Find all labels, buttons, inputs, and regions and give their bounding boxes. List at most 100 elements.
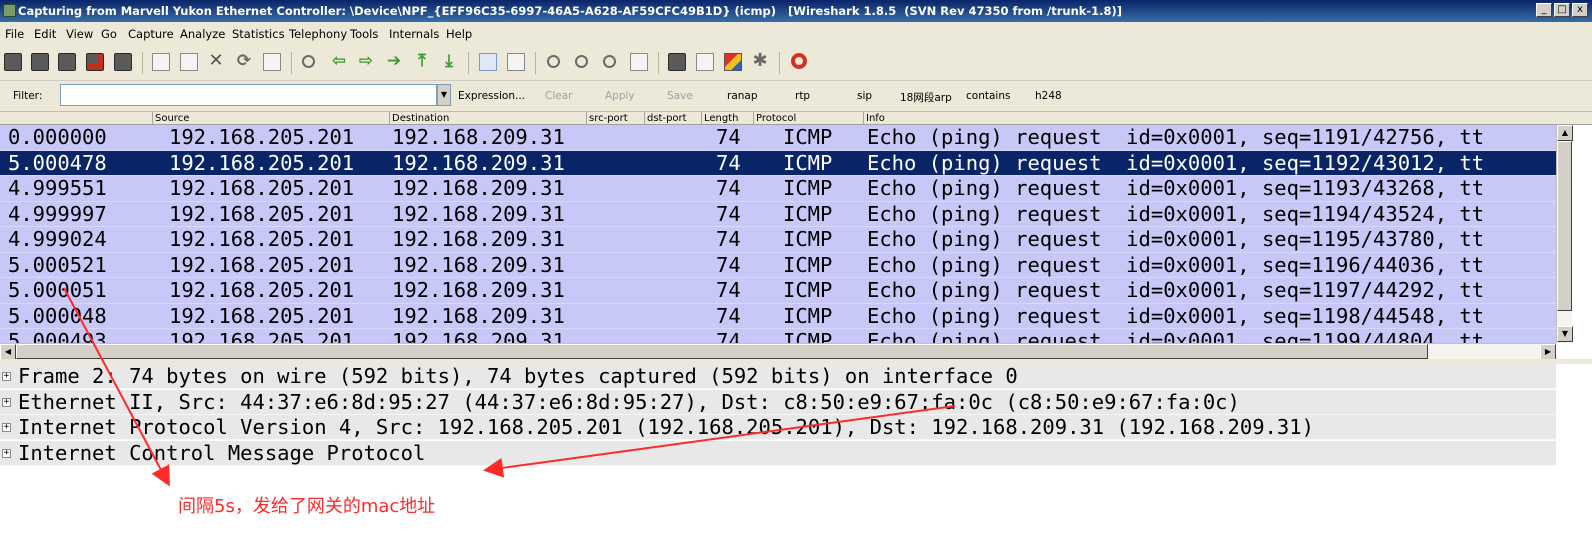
packet-row-selected[interactable]: 5.000478 192.168.205.201 192.168.209.31 … bbox=[0, 150, 1556, 176]
h248-filter-button[interactable]: h248 bbox=[1035, 90, 1062, 102]
filter-input[interactable] bbox=[60, 84, 437, 106]
maximize-button[interactable]: □ bbox=[1554, 3, 1570, 17]
packet-row[interactable]: 4.999024 192.168.205.201 192.168.209.31 … bbox=[0, 227, 1556, 253]
vertical-scroll-thumb[interactable] bbox=[1557, 141, 1572, 311]
preferences-icon[interactable]: ✱ bbox=[751, 52, 769, 71]
menu-internals[interactable]: Internals bbox=[389, 27, 439, 41]
go-back-icon[interactable]: ⇦ bbox=[330, 53, 348, 71]
interfaces-icon[interactable] bbox=[4, 53, 22, 71]
restart-capture-icon[interactable] bbox=[114, 53, 132, 71]
packet-details-pane[interactable]: + Frame 2: 74 bytes on wire (592 bits), … bbox=[0, 364, 1592, 470]
filter-dropdown-icon[interactable]: ▼ bbox=[437, 84, 451, 106]
packet-row[interactable]: 4.999551 192.168.205.201 192.168.209.31 … bbox=[0, 176, 1556, 202]
column-source[interactable]: Source bbox=[152, 112, 389, 124]
sip-filter-button[interactable]: sip bbox=[857, 90, 872, 102]
capture-filters-icon[interactable] bbox=[668, 53, 686, 71]
start-capture-icon[interactable] bbox=[58, 53, 76, 71]
colorize-icon[interactable] bbox=[479, 53, 497, 71]
menu-help[interactable]: Help bbox=[446, 27, 472, 41]
menu-telephony[interactable]: Telephony bbox=[289, 27, 347, 41]
minimize-button[interactable]: _ bbox=[1536, 3, 1552, 17]
packet-info: Echo (ping) request id=0x0001, seq=1196/… bbox=[867, 252, 1485, 277]
ranap-filter-button[interactable]: ranap bbox=[727, 90, 758, 102]
packet-row[interactable]: 5.000493 192.168.205.201 192.168.209.31 … bbox=[0, 329, 1556, 343]
coloring-rules-icon[interactable] bbox=[724, 53, 742, 71]
menu-go[interactable]: Go bbox=[101, 27, 117, 41]
detail-row-ethernet[interactable]: + Ethernet II, Src: 44:37:e6:8d:95:27 (4… bbox=[0, 389, 1556, 415]
expand-icon[interactable]: + bbox=[2, 423, 11, 432]
packet-time: 5.000048 bbox=[8, 303, 107, 328]
reload-icon[interactable]: ⟳ bbox=[235, 53, 253, 71]
packet-list-horizontal-scrollbar[interactable]: ◀ ▶ bbox=[0, 343, 1556, 360]
open-file-icon[interactable] bbox=[152, 53, 170, 71]
packet-source: 192.168.205.201 bbox=[169, 252, 355, 277]
scroll-down-icon[interactable]: ▼ bbox=[1557, 326, 1573, 342]
menu-analyze[interactable]: Analyze bbox=[180, 27, 225, 41]
detail-row-ipv4[interactable]: + Internet Protocol Version 4, Src: 192.… bbox=[0, 415, 1556, 440]
go-to-packet-icon[interactable]: ➔ bbox=[385, 53, 403, 71]
find-packet-icon[interactable] bbox=[302, 55, 315, 68]
packet-destination: 192.168.209.31 bbox=[392, 252, 565, 277]
close-button[interactable]: x bbox=[1572, 3, 1588, 17]
auto-scroll-icon[interactable] bbox=[507, 53, 525, 71]
resize-columns-icon[interactable] bbox=[630, 53, 648, 71]
display-filters-icon[interactable] bbox=[696, 53, 714, 71]
detail-row-frame[interactable]: + Frame 2: 74 bytes on wire (592 bits), … bbox=[0, 364, 1556, 389]
zoom-in-icon[interactable] bbox=[547, 55, 560, 68]
first-packet-icon[interactable]: ⤒ bbox=[413, 53, 431, 71]
packet-row[interactable]: 4.999997 192.168.205.201 192.168.209.31 … bbox=[0, 201, 1556, 227]
last-packet-icon[interactable]: ⤓ bbox=[440, 53, 458, 71]
packet-list-vertical-scrollbar[interactable]: ▲ ▼ bbox=[1556, 125, 1573, 343]
rtp-filter-button[interactable]: rtp bbox=[795, 90, 810, 102]
menu-capture[interactable]: Capture bbox=[128, 27, 174, 41]
packet-time: 4.999551 bbox=[8, 176, 107, 200]
column-protocol[interactable]: Protocol bbox=[753, 112, 863, 124]
column-dst-port[interactable]: dst-port bbox=[644, 112, 701, 124]
go-forward-icon[interactable]: ⇨ bbox=[357, 53, 375, 71]
help-icon[interactable] bbox=[791, 53, 807, 69]
packet-info: Echo (ping) request id=0x0001, seq=1198/… bbox=[867, 303, 1485, 328]
expression-button[interactable]: Expression... bbox=[458, 90, 525, 102]
toolbar-separator bbox=[658, 52, 659, 74]
packet-row[interactable]: 0.000000 192.168.205.201 192.168.209.31 … bbox=[0, 125, 1556, 151]
detail-row-icmp[interactable]: + Internet Control Message Protocol bbox=[0, 440, 1556, 466]
stop-capture-icon[interactable] bbox=[86, 53, 104, 71]
column-info[interactable]: Info bbox=[863, 112, 1592, 124]
scroll-up-icon[interactable]: ▲ bbox=[1557, 125, 1573, 141]
contains-filter-button[interactable]: contains bbox=[966, 90, 1010, 102]
scroll-right-icon[interactable]: ▶ bbox=[1540, 344, 1556, 360]
menu-tools[interactable]: Tools bbox=[350, 27, 378, 41]
zoom-out-icon[interactable] bbox=[575, 55, 588, 68]
packet-row[interactable]: 5.000051 192.168.205.201 192.168.209.31 … bbox=[0, 278, 1556, 304]
expand-icon[interactable]: + bbox=[2, 372, 11, 381]
main-toolbar: ✕ ⟳ ⇦ ⇨ ➔ ⤒ ⤓ ✱ bbox=[0, 44, 1592, 81]
arp18-filter-button[interactable]: 18网段arp bbox=[900, 90, 952, 105]
menu-edit[interactable]: Edit bbox=[34, 27, 56, 41]
packet-row[interactable]: 5.000521 192.168.205.201 192.168.209.31 … bbox=[0, 252, 1556, 278]
print-icon[interactable] bbox=[263, 53, 281, 71]
menu-view[interactable]: View bbox=[66, 27, 93, 41]
toolbar-separator bbox=[142, 52, 143, 74]
horizontal-scroll-thumb[interactable] bbox=[16, 344, 1428, 359]
save-filter-button[interactable]: Save bbox=[667, 90, 693, 102]
normal-size-icon[interactable] bbox=[603, 55, 616, 68]
filter-label: Filter: bbox=[13, 90, 43, 102]
expand-icon[interactable]: + bbox=[2, 448, 11, 458]
menu-statistics[interactable]: Statistics bbox=[232, 27, 285, 41]
packet-row[interactable]: 5.000048 192.168.205.201 192.168.209.31 … bbox=[0, 303, 1556, 329]
packet-time: 5.000493 bbox=[8, 329, 107, 343]
packet-time: 4.999997 bbox=[8, 201, 107, 226]
scroll-left-icon[interactable]: ◀ bbox=[0, 344, 16, 360]
apply-button[interactable]: Apply bbox=[605, 90, 635, 102]
capture-options-icon[interactable] bbox=[31, 53, 49, 71]
column-length[interactable]: Length bbox=[701, 112, 753, 124]
column-destination[interactable]: Destination bbox=[389, 112, 586, 124]
column-src-port[interactable]: src-port bbox=[586, 112, 644, 124]
menu-file[interactable]: File bbox=[5, 27, 24, 41]
save-file-icon[interactable] bbox=[180, 53, 198, 71]
packet-list[interactable]: 0.000000 192.168.205.201 192.168.209.31 … bbox=[0, 125, 1556, 343]
clear-button[interactable]: Clear bbox=[545, 90, 572, 102]
expand-icon[interactable]: + bbox=[2, 397, 11, 407]
column-time[interactable] bbox=[0, 112, 152, 124]
close-file-icon[interactable]: ✕ bbox=[207, 52, 225, 71]
